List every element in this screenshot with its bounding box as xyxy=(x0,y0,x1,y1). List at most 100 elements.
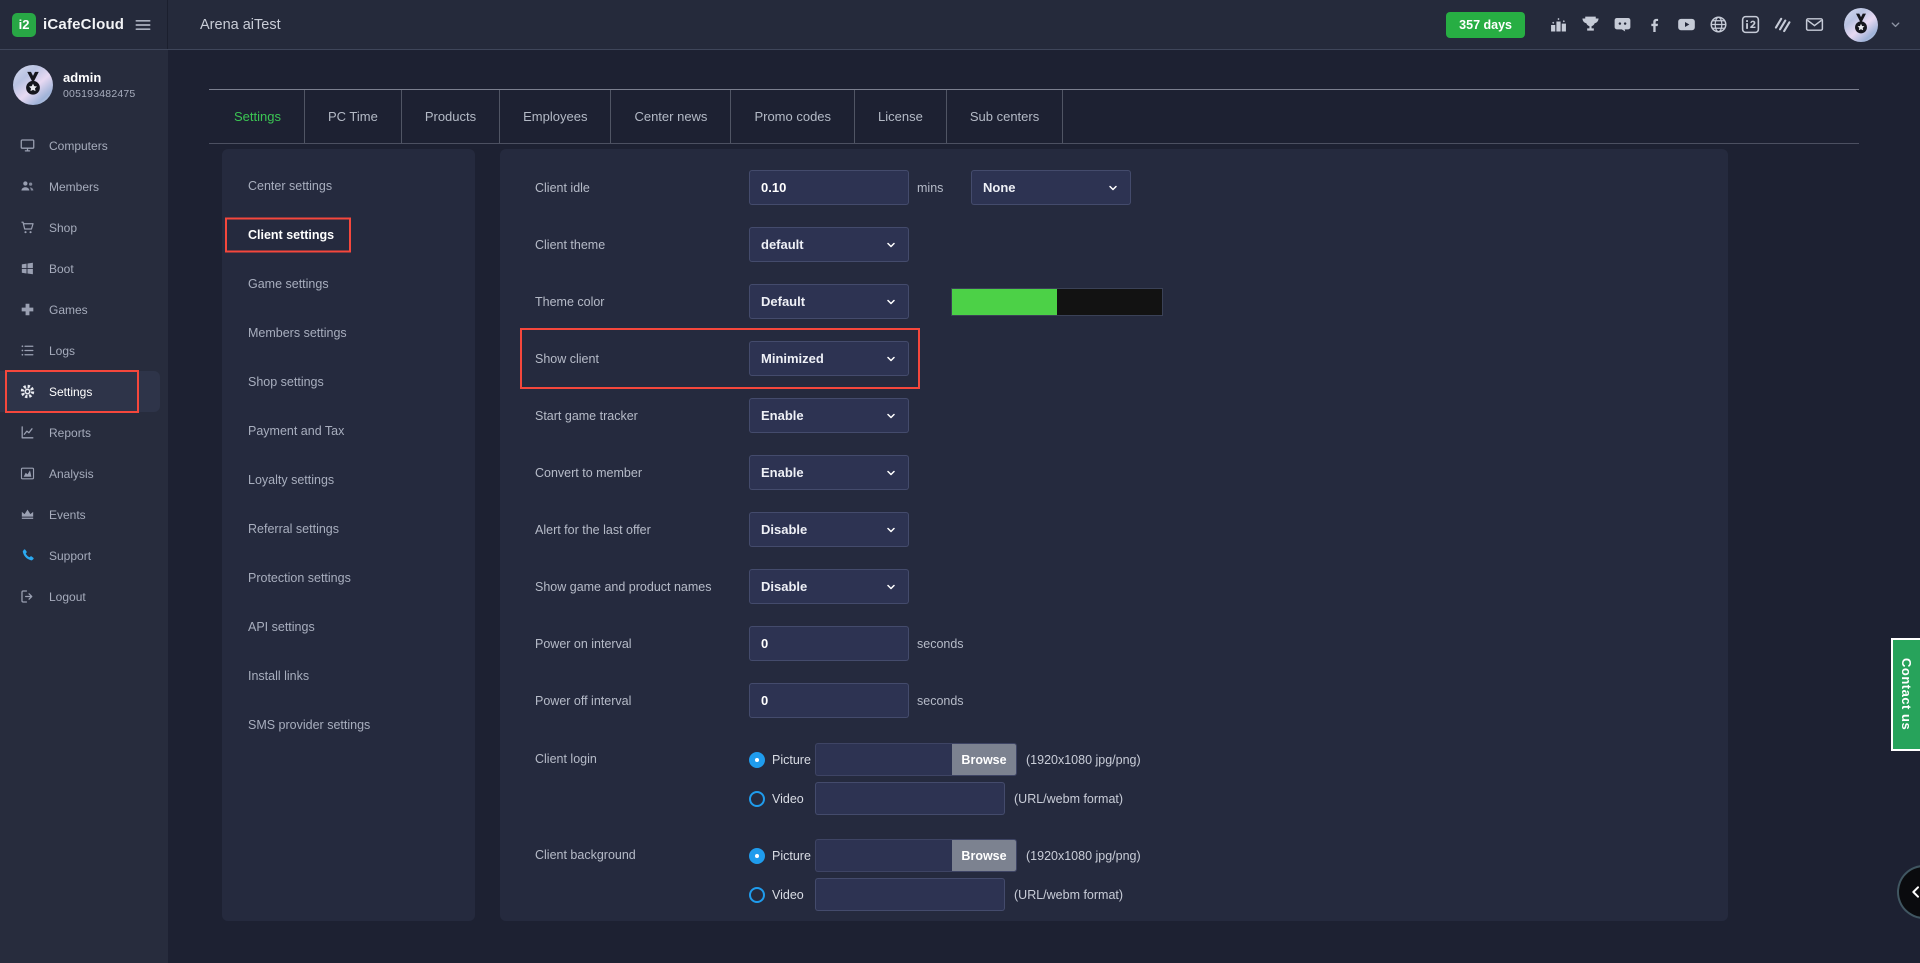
sidebar-item-events[interactable]: Events xyxy=(0,494,168,535)
field-label: Show client xyxy=(535,352,749,366)
submenu-item-members-settings[interactable]: Members settings xyxy=(222,308,475,357)
chevron-down-icon xyxy=(885,296,897,308)
chevron-down-icon[interactable] xyxy=(1889,18,1902,31)
submenu-item-install-links[interactable]: Install links xyxy=(222,651,475,700)
facebook-icon[interactable] xyxy=(1644,14,1665,35)
sidebar-item-logout[interactable]: Logout xyxy=(0,576,168,617)
start-game-tracker-select[interactable]: Enable xyxy=(749,398,909,433)
hamburger-menu-button[interactable] xyxy=(133,15,153,35)
layers-icon[interactable] xyxy=(1772,14,1793,35)
submenu-item-loyalty-settings[interactable]: Loyalty settings xyxy=(222,455,475,504)
sidebar-item-label: Boot xyxy=(49,262,74,276)
client-login-browse-button[interactable]: Browse xyxy=(952,744,1016,775)
submenu-item-client-settings[interactable]: Client settings xyxy=(222,210,475,259)
sidebar: admin 005193482475 Computers Members Sho… xyxy=(0,50,168,963)
sidebar-profile: admin 005193482475 xyxy=(0,50,168,125)
user-avatar[interactable] xyxy=(1844,8,1878,42)
client-theme-select[interactable]: default xyxy=(749,227,909,262)
sidebar-item-games[interactable]: Games xyxy=(0,289,168,330)
tab-pc-time[interactable]: PC Time xyxy=(305,90,402,143)
sidebar-item-support[interactable]: Support xyxy=(0,535,168,576)
tab-sub-centers[interactable]: Sub centers xyxy=(947,90,1063,143)
convert-to-member-select[interactable]: Enable xyxy=(749,455,909,490)
submenu-item-label: Client settings xyxy=(248,228,334,242)
sidebar-nav: Computers Members Shop Boot Games Logs xyxy=(0,125,168,617)
power-off-interval-input[interactable] xyxy=(749,683,909,718)
icafecloud-mark-icon[interactable] xyxy=(1740,14,1761,35)
field-label: Start game tracker xyxy=(535,409,749,423)
tab-products[interactable]: Products xyxy=(402,90,500,143)
submenu-item-referral-settings[interactable]: Referral settings xyxy=(222,504,475,553)
show-game-product-names-select[interactable]: Disable xyxy=(749,569,909,604)
unit-label: seconds xyxy=(917,637,964,651)
video-line: Video (URL/webm format) xyxy=(749,782,1141,815)
client-login-video-url-input[interactable] xyxy=(815,782,1005,815)
submenu-item-sms-provider-settings[interactable]: SMS provider settings xyxy=(222,700,475,749)
sidebar-item-label: Logout xyxy=(49,590,86,604)
client-idle-input[interactable] xyxy=(749,170,909,205)
client-idle-action-select[interactable]: None xyxy=(971,170,1131,205)
sidebar-item-computers[interactable]: Computers xyxy=(0,125,168,166)
ranking-icon[interactable] xyxy=(1548,14,1569,35)
select-value: default xyxy=(761,237,804,252)
client-login-picture-radio[interactable]: Picture xyxy=(749,752,815,768)
theme-color-select[interactable]: Default xyxy=(749,284,909,319)
sidebar-item-boot[interactable]: Boot xyxy=(0,248,168,289)
client-background-picture-radio[interactable]: Picture xyxy=(749,848,815,864)
submenu-item-game-settings[interactable]: Game settings xyxy=(222,259,475,308)
profile-text: admin 005193482475 xyxy=(63,70,135,100)
sidebar-item-members[interactable]: Members xyxy=(0,166,168,207)
picture-hint: (1920x1080 jpg/png) xyxy=(1026,753,1141,767)
client-background-video-radio[interactable]: Video xyxy=(749,887,815,903)
form-row-client-login: Client login Picture Browse (1920x1080 j… xyxy=(535,729,1728,825)
alert-last-offer-select[interactable]: Disable xyxy=(749,512,909,547)
sidebar-item-shop[interactable]: Shop xyxy=(0,207,168,248)
submenu-item-protection-settings[interactable]: Protection settings xyxy=(222,553,475,602)
tab-license[interactable]: License xyxy=(855,90,947,143)
sidebar-item-logs[interactable]: Logs xyxy=(0,330,168,371)
trophy-icon[interactable] xyxy=(1580,14,1601,35)
picture-line: Picture Browse (1920x1080 jpg/png) xyxy=(749,839,1141,872)
client-background-picture-file: Browse xyxy=(815,839,1017,872)
tabs-bar: Settings PC Time Products Employees Cent… xyxy=(209,89,1859,144)
topbar: i2 iCafeCloud Arena aiTest 357 days xyxy=(0,0,1920,50)
tab-promo-codes[interactable]: Promo codes xyxy=(731,90,855,143)
youtube-icon[interactable] xyxy=(1676,14,1697,35)
select-value: None xyxy=(983,180,1016,195)
sidebar-item-label: Games xyxy=(49,303,88,317)
sidebar-item-analysis[interactable]: Analysis xyxy=(0,453,168,494)
client-background-media: Picture Browse (1920x1080 jpg/png) Video xyxy=(749,839,1141,911)
tab-settings[interactable]: Settings xyxy=(211,90,305,143)
tab-center-news[interactable]: Center news xyxy=(611,90,731,143)
tabs: Settings PC Time Products Employees Cent… xyxy=(209,90,1859,144)
chevron-down-icon xyxy=(885,581,897,593)
user-name: admin xyxy=(63,70,135,85)
license-days-badge[interactable]: 357 days xyxy=(1446,12,1525,38)
submenu-item-api-settings[interactable]: API settings xyxy=(222,602,475,651)
sidebar-item-settings[interactable]: Settings xyxy=(0,371,160,412)
submenu-item-payment-and-tax[interactable]: Payment and Tax xyxy=(222,406,475,455)
settings-submenu: Center settings Client settings Game set… xyxy=(222,149,475,921)
show-client-select[interactable]: Minimized xyxy=(749,341,909,376)
icafecloud-app: i2 iCafeCloud Arena aiTest 357 days xyxy=(0,0,1920,963)
sidebar-item-reports[interactable]: Reports xyxy=(0,412,168,453)
gear-icon xyxy=(19,383,36,400)
client-background-video-url-input[interactable] xyxy=(815,878,1005,911)
submenu-item-shop-settings[interactable]: Shop settings xyxy=(222,357,475,406)
globe-icon[interactable] xyxy=(1708,14,1729,35)
phone-icon xyxy=(19,547,36,564)
brand-logo[interactable]: i2 iCafeCloud xyxy=(12,13,124,37)
client-background-browse-button[interactable]: Browse xyxy=(952,840,1016,871)
contact-us-button[interactable]: Contact us xyxy=(1891,638,1920,751)
radio-label: Video xyxy=(772,888,804,902)
submenu-item-center-settings[interactable]: Center settings xyxy=(222,161,475,210)
black-swatch xyxy=(1057,289,1162,315)
client-settings-form: Client idle mins None Client theme defau… xyxy=(500,149,1728,921)
power-on-interval-input[interactable] xyxy=(749,626,909,661)
theme-color-preview[interactable] xyxy=(951,288,1163,316)
tab-employees[interactable]: Employees xyxy=(500,90,611,143)
radio-checked-icon xyxy=(749,848,765,864)
client-login-video-radio[interactable]: Video xyxy=(749,791,815,807)
discord-icon[interactable] xyxy=(1612,14,1633,35)
mail-icon[interactable] xyxy=(1804,14,1825,35)
